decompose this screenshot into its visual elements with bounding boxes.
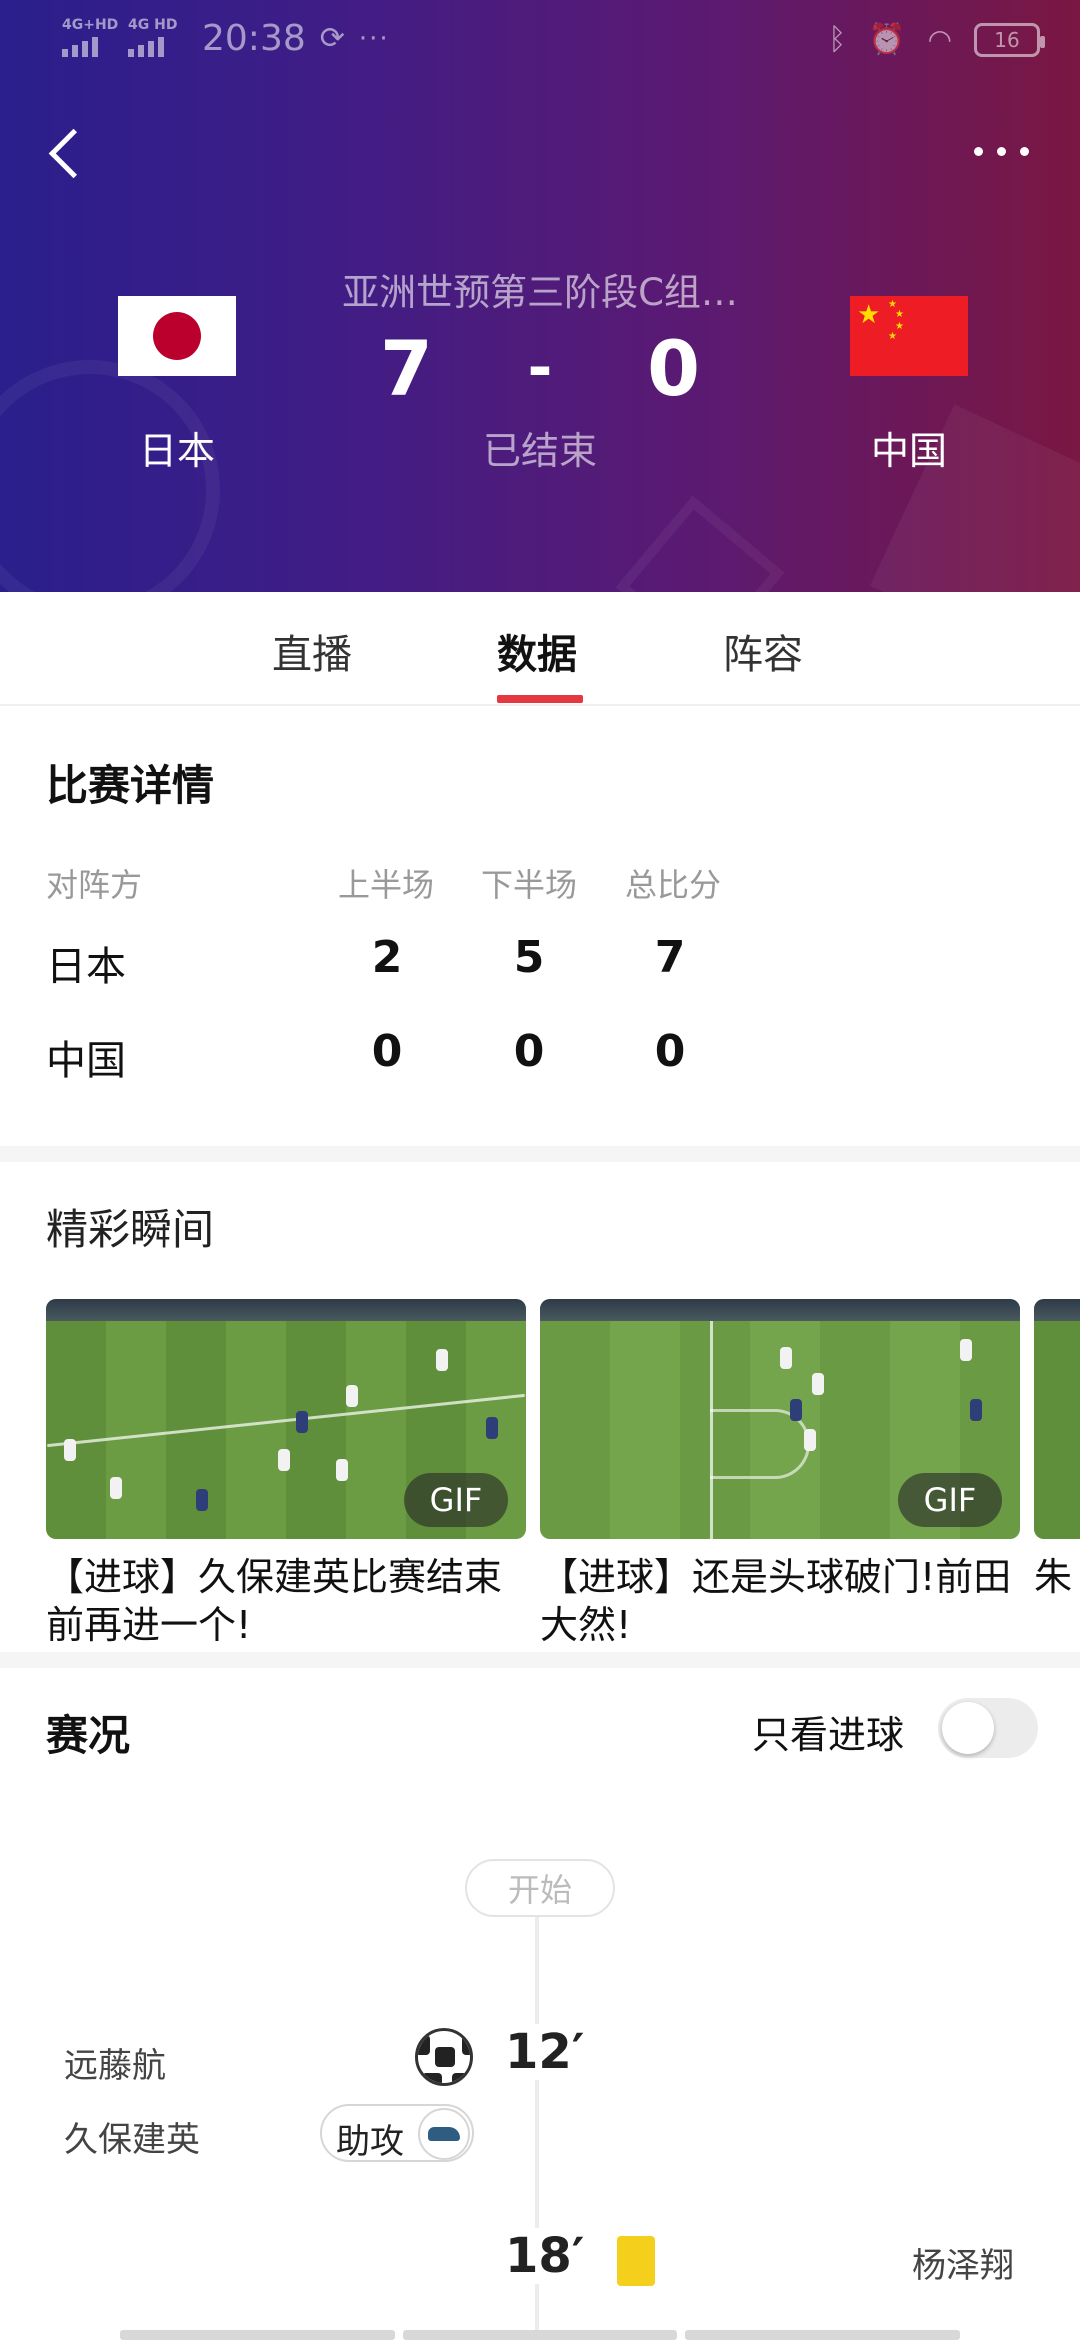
section-divider xyxy=(0,1652,1080,1668)
soccer-ball-icon xyxy=(415,2028,473,2086)
signal-icon: 4G HD xyxy=(128,16,180,59)
tab-lineup[interactable]: 阵容 xyxy=(723,622,803,680)
timeline-start-marker: 开始 xyxy=(465,1859,615,1917)
away-score: 0 xyxy=(647,323,700,413)
score-separator: - xyxy=(527,333,553,403)
wifi-icon: ◠ xyxy=(927,23,952,56)
more-options-button[interactable] xyxy=(966,136,1036,166)
back-button[interactable] xyxy=(42,122,92,182)
toggle-knob xyxy=(942,1702,994,1754)
highlight-thumbnail[interactable] xyxy=(1034,1299,1080,1539)
highlights-title: 精彩瞬间 xyxy=(46,1205,215,1254)
timeline-title: 赛况 xyxy=(46,1711,131,1760)
active-tab-indicator xyxy=(497,695,583,703)
tab-live[interactable]: 直播 xyxy=(272,622,352,680)
boot-icon xyxy=(418,2108,470,2160)
match-status: 已结束 xyxy=(482,429,597,473)
event-minute: 12′ xyxy=(505,2024,585,2080)
highlight-title[interactable]: 朱 xyxy=(1034,1553,1080,1601)
scoreline: 7 - 0 xyxy=(380,318,700,418)
event-minute: 18′ xyxy=(505,2228,585,2284)
first-half-score: 0 xyxy=(371,1026,403,1077)
match-title: 亚洲世预第三阶段C组… xyxy=(342,271,738,314)
home-score: 7 xyxy=(380,323,433,413)
network-type: 4G+HD xyxy=(62,16,119,33)
yellow-card-icon xyxy=(617,2236,655,2286)
highlight-card[interactable]: GIF 【进球】久保建英比赛结束前再进一个! xyxy=(46,1299,526,1649)
details-title: 比赛详情 xyxy=(46,761,215,810)
column-header-total: 总比分 xyxy=(625,866,722,904)
highlight-title[interactable]: 【进球】久保建英比赛结束前再进一个! xyxy=(46,1553,536,1649)
highlight-card[interactable]: GIF 【进球】还是头球破门!前田大然! xyxy=(540,1299,1020,1649)
total-score: 7 xyxy=(654,932,686,983)
china-flag-icon: ★ ★ ★ ★ ★ xyxy=(850,296,968,376)
network-type: 4G HD xyxy=(128,16,178,33)
status-time: 20:38 xyxy=(202,18,306,59)
column-header-teams: 对阵方 xyxy=(46,866,143,904)
bottom-navigation-hint xyxy=(120,2330,961,2340)
sync-icon: ⟳ xyxy=(319,21,345,56)
signal-icon: 4G+HD xyxy=(62,17,118,59)
gif-badge: GIF xyxy=(404,1473,508,1527)
more-notifications-icon: ··· xyxy=(358,23,390,54)
row-team: 中国 xyxy=(46,1038,126,1084)
header-decoration xyxy=(615,495,785,592)
japan-flag-icon xyxy=(118,296,236,376)
column-header-first-half: 上半场 xyxy=(338,866,435,904)
bluetooth-icon: ᛒ xyxy=(828,22,847,57)
gif-badge: GIF xyxy=(898,1473,1002,1527)
status-bar: 4G+HD 4G HD 20:38 ⟳ ··· ᛒ ⏰ ◠ 16 xyxy=(0,0,1080,84)
booked-player[interactable]: 杨泽翔 xyxy=(912,2238,1014,2287)
home-team-name: 日本 xyxy=(138,429,215,473)
highlight-thumbnail[interactable]: GIF xyxy=(46,1299,526,1539)
section-divider xyxy=(0,1146,1080,1162)
away-team-name: 中国 xyxy=(870,429,947,473)
tab-bar: 直播 数据 阵容 xyxy=(0,592,1080,706)
tab-data[interactable]: 数据 xyxy=(497,622,577,680)
total-score: 0 xyxy=(654,1026,686,1077)
assist-label: 助攻 xyxy=(336,2122,404,2162)
goals-only-label: 只看进球 xyxy=(752,1713,905,1757)
home-team[interactable]: 日本 xyxy=(117,296,237,475)
highlight-thumbnail[interactable]: GIF xyxy=(540,1299,1020,1539)
second-half-score: 5 xyxy=(513,932,545,983)
column-header-second-half: 下半场 xyxy=(481,866,578,904)
assist-player[interactable]: 久保建英 xyxy=(64,2112,200,2161)
second-half-score: 0 xyxy=(513,1026,545,1077)
row-team: 日本 xyxy=(46,944,126,990)
battery-level: 16 xyxy=(994,27,1020,52)
battery-icon: 16 xyxy=(974,22,1045,57)
goal-scorer[interactable]: 远藤航 xyxy=(64,2038,166,2087)
goals-only-toggle[interactable] xyxy=(938,1698,1038,1758)
highlight-card[interactable]: 朱 xyxy=(1034,1299,1080,1601)
assist-badge: 助攻 xyxy=(320,2104,474,2162)
away-team[interactable]: ★ ★ ★ ★ ★ 中国 xyxy=(849,296,969,475)
alarm-icon: ⏰ xyxy=(868,22,906,57)
match-header: 4G+HD 4G HD 20:38 ⟳ ··· ᛒ ⏰ ◠ 16 亚洲世预第三阶… xyxy=(0,0,1080,592)
first-half-score: 2 xyxy=(371,932,403,983)
highlight-title[interactable]: 【进球】还是头球破门!前田大然! xyxy=(540,1553,1030,1649)
